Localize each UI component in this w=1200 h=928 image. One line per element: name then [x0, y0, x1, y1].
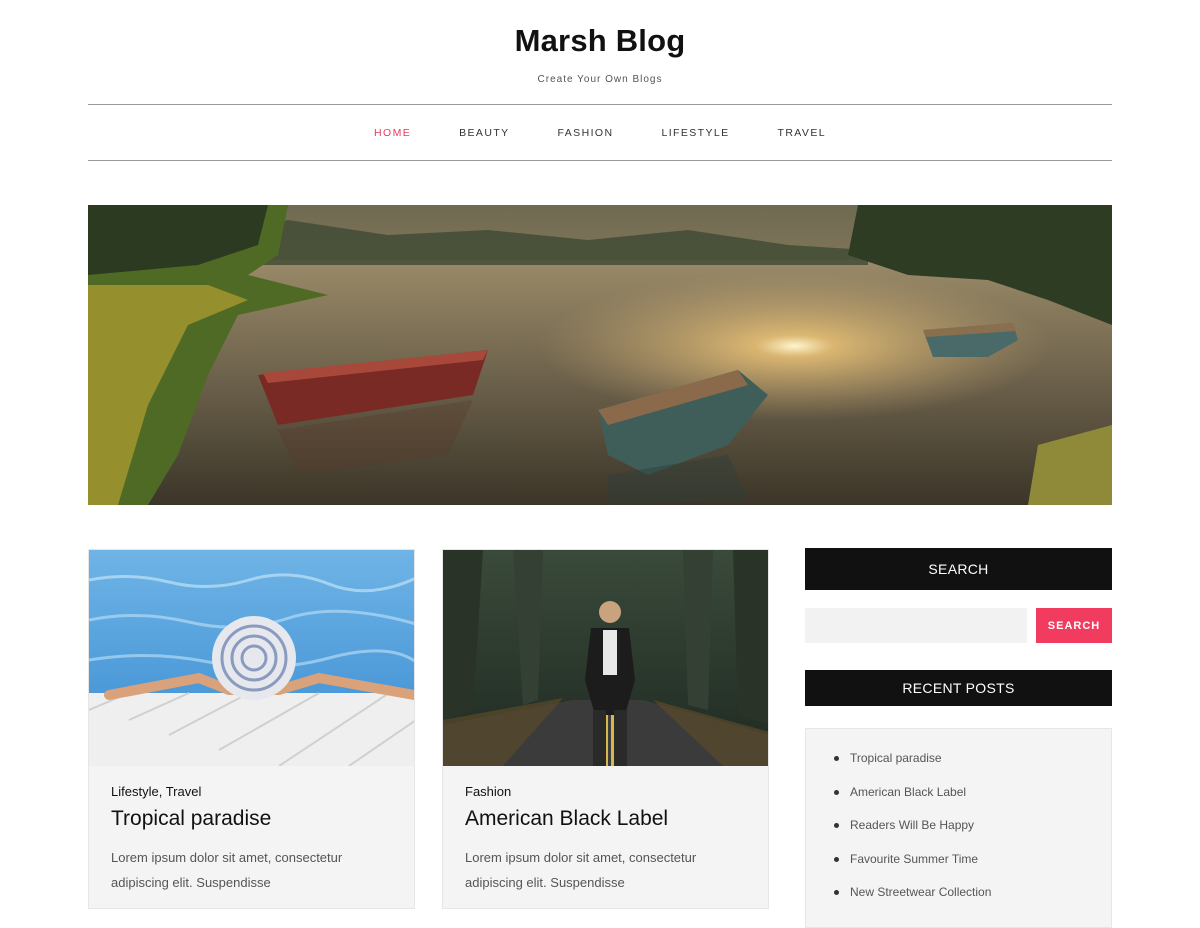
post-excerpt: Lorem ipsum dolor sit amet, consectetur …	[111, 845, 392, 895]
list-item: Favourite Summer Time	[834, 852, 1083, 886]
search-button[interactable]: SEARCH	[1036, 608, 1112, 643]
sidebar: SEARCH SEARCH RECENT POSTS Tropical para…	[805, 548, 1112, 928]
list-item: American Black Label	[834, 785, 1083, 819]
recent-posts-title: RECENT POSTS	[805, 670, 1112, 706]
site-title[interactable]: Marsh Blog	[0, 22, 1200, 60]
list-item: New Streetwear Collection	[834, 885, 1083, 919]
nav-item-lifestyle[interactable]: LIFESTYLE	[661, 127, 729, 139]
site-tagline: Create Your Own Blogs	[537, 74, 663, 85]
bullet-icon	[834, 756, 839, 761]
site-header: Marsh Blog Create Your Own Blogs	[0, 0, 1200, 85]
post-body: Fashion American Black Label Lorem ipsum…	[443, 766, 768, 913]
bullet-icon	[834, 823, 839, 828]
post-body: Lifestyle, Travel Tropical paradise Lore…	[89, 766, 414, 913]
list-item: Readers Will Be Happy	[834, 818, 1083, 852]
excerpt-line: Lorem ipsum dolor sit amet, consectetur	[111, 850, 343, 865]
post-excerpt: Lorem ipsum dolor sit amet, consectetur …	[465, 845, 746, 895]
post-title[interactable]: Tropical paradise	[111, 807, 392, 831]
nav-item-travel[interactable]: TRAVEL	[778, 127, 826, 139]
main-navigation: HOME BEAUTY FASHION LIFESTYLE TRAVEL	[88, 104, 1112, 161]
category-link[interactable]: Lifestyle	[111, 784, 159, 799]
nav-item-beauty[interactable]: BEAUTY	[459, 127, 509, 139]
hero-image	[88, 205, 1112, 505]
post-thumbnail[interactable]	[89, 550, 414, 766]
post-categories: Lifestyle, Travel	[111, 784, 392, 799]
excerpt-line: Lorem ipsum dolor sit amet, consectetur	[465, 850, 697, 865]
recent-post-link[interactable]: New Streetwear Collection	[850, 885, 991, 899]
post-card[interactable]: Lifestyle, Travel Tropical paradise Lore…	[88, 549, 415, 909]
recent-post-link[interactable]: Readers Will Be Happy	[850, 818, 974, 832]
search-form: SEARCH	[805, 608, 1112, 643]
bullet-icon	[834, 789, 839, 795]
post-card[interactable]: Fashion American Black Label Lorem ipsum…	[442, 549, 769, 909]
nav-item-fashion[interactable]: FASHION	[558, 127, 614, 139]
excerpt-line: adipiscing elit. Suspendisse	[465, 875, 625, 890]
list-item: Tropical paradise	[834, 751, 1083, 785]
bullet-icon	[834, 890, 839, 895]
category-link[interactable]: Travel	[166, 784, 202, 799]
category-link[interactable]: Fashion	[465, 784, 511, 799]
bullet-icon	[834, 856, 839, 862]
recent-posts-list: Tropical paradise American Black Label R…	[805, 728, 1112, 928]
search-widget-title: SEARCH	[805, 548, 1112, 590]
recent-post-link[interactable]: American Black Label	[850, 785, 966, 799]
post-categories: Fashion	[465, 784, 746, 799]
post-title[interactable]: American Black Label	[465, 807, 746, 831]
category-separator: ,	[158, 784, 163, 799]
recent-post-link[interactable]: Favourite Summer Time	[850, 852, 978, 866]
post-thumbnail[interactable]	[443, 550, 768, 766]
recent-post-link[interactable]: Tropical paradise	[850, 751, 942, 765]
excerpt-line: adipiscing elit. Suspendisse	[111, 875, 271, 890]
search-input[interactable]	[805, 608, 1027, 643]
nav-item-home[interactable]: HOME	[374, 127, 411, 139]
